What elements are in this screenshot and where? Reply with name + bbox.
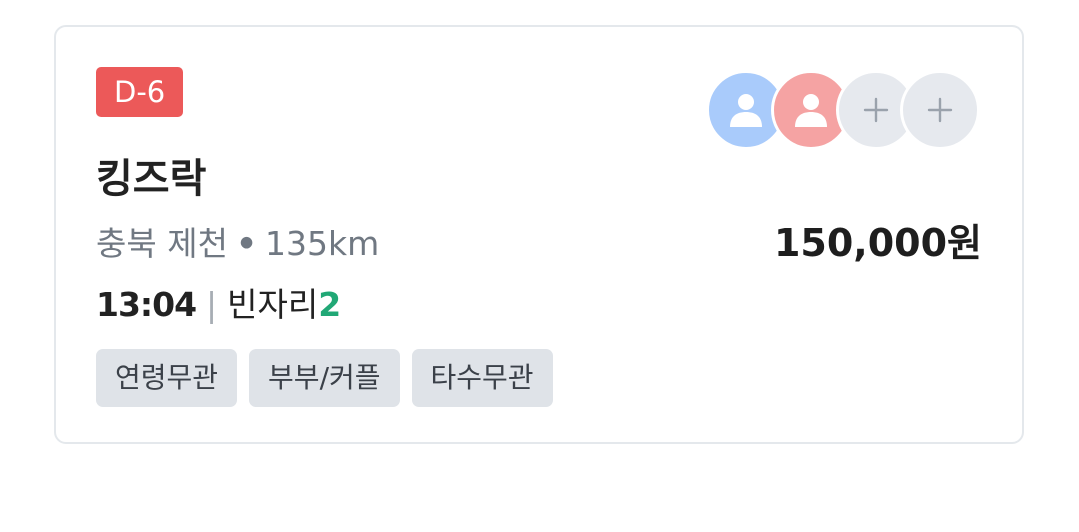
seats-label: 빈자리 bbox=[227, 285, 319, 324]
seats-count: 2 bbox=[318, 285, 342, 324]
plus-icon bbox=[863, 97, 889, 123]
tag-couple: 부부/커플 bbox=[249, 349, 400, 407]
empty-slot-avatar[interactable] bbox=[900, 70, 980, 150]
tag-age: 연령무관 bbox=[96, 349, 238, 407]
price: 150,000원 bbox=[773, 221, 982, 265]
distance-text: 135km bbox=[265, 224, 380, 263]
plus-icon bbox=[927, 97, 953, 123]
tag-handicap: 타수무관 bbox=[411, 349, 553, 407]
tag-list: 연령무관 부부/커플 타수무관 bbox=[96, 349, 553, 407]
participant-avatars bbox=[706, 70, 980, 150]
person-icon bbox=[795, 94, 827, 127]
round-card[interactable]: D-6 킹즈락 충북 제천 • 135km 150,000원 13:04 | 빈… bbox=[54, 25, 1024, 444]
divider: | bbox=[206, 285, 218, 324]
dday-badge: D-6 bbox=[96, 67, 184, 117]
tee-time: 13:04 bbox=[96, 285, 197, 324]
location-line: 충북 제천 • 135km bbox=[96, 221, 379, 267]
course-title: 킹즈락 bbox=[96, 156, 207, 202]
location-text: 충북 제천 bbox=[96, 224, 228, 263]
person-icon bbox=[730, 94, 762, 127]
separator-dot: • bbox=[235, 224, 258, 263]
time-seats-line: 13:04 | 빈자리2 bbox=[96, 282, 341, 328]
